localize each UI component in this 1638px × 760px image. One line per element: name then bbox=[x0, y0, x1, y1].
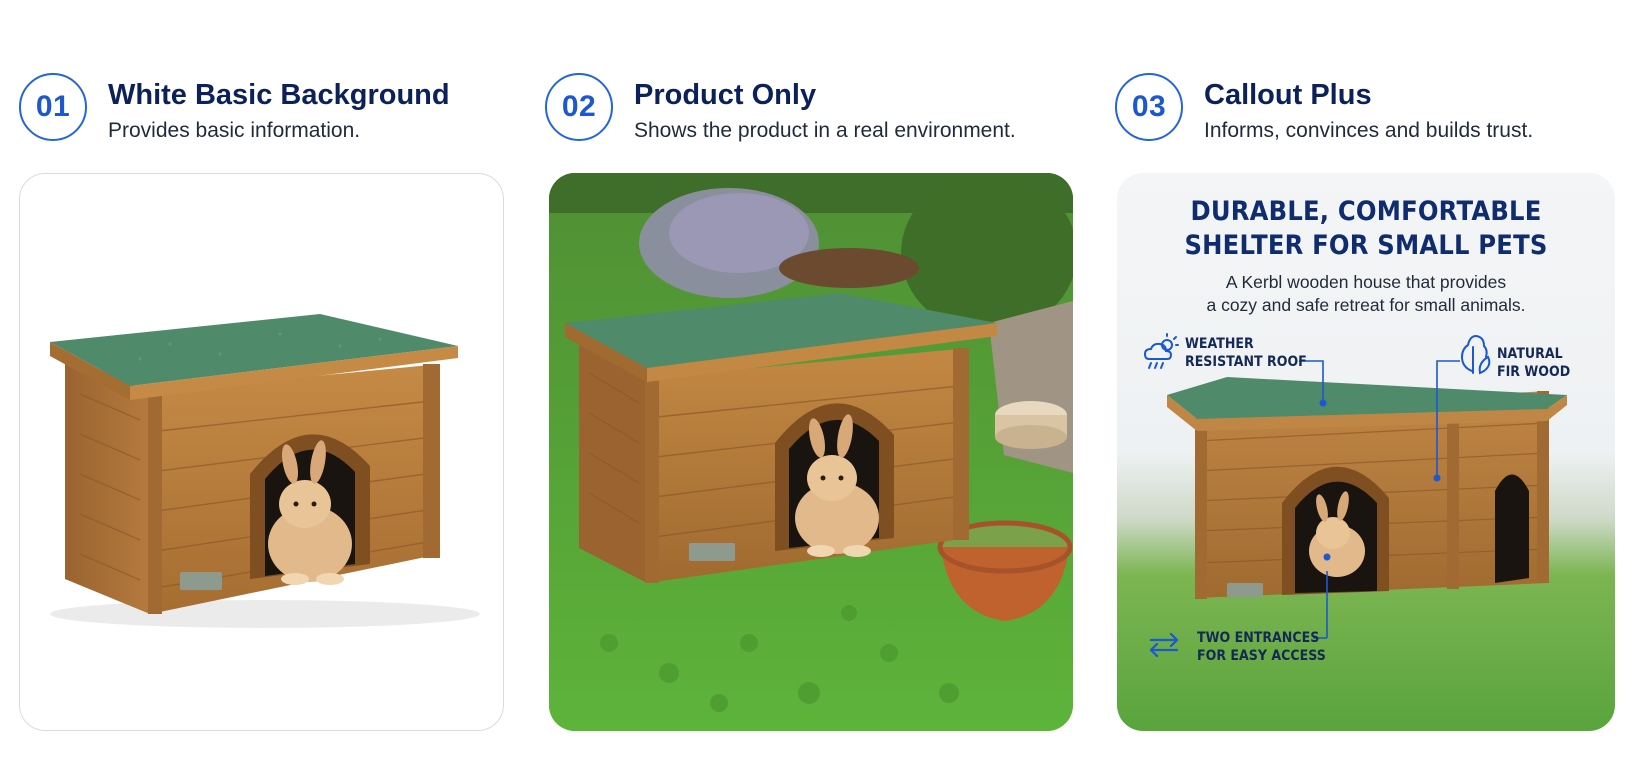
rabbit-house-callout-image bbox=[1167, 360, 1567, 639]
step-number-badge: 02 bbox=[545, 73, 613, 141]
panel-callout-plus: 03 Callout Plus Informs, convinces and b… bbox=[1100, 0, 1638, 760]
product-card-callouts: DURABLE, COMFORTABLE SHELTER FOR SMALL P… bbox=[1117, 173, 1615, 731]
callout-fir-wood: NATURAL FIR WOOD bbox=[1497, 346, 1571, 380]
tree-icon bbox=[1460, 334, 1491, 375]
step-number-badge: 01 bbox=[19, 73, 87, 141]
step-number-badge: 03 bbox=[1115, 73, 1183, 141]
panel-title: White Basic Background bbox=[108, 79, 450, 111]
double-arrow-icon bbox=[1149, 632, 1179, 658]
product-card-environment bbox=[549, 173, 1073, 731]
product-card-white bbox=[19, 173, 504, 731]
panel-title: Callout Plus bbox=[1204, 79, 1372, 111]
panel-title: Product Only bbox=[634, 79, 817, 111]
garden-scene-image bbox=[549, 173, 1073, 731]
panel-white-background: 01 White Basic Background Provides basic… bbox=[0, 0, 520, 760]
callout-weather-roof: WEATHER RESISTANT ROOF bbox=[1185, 336, 1307, 370]
callout-two-entrances: TWO ENTRANCES FOR EASY ACCESS bbox=[1197, 630, 1326, 664]
panel-subtitle: Shows the product in a real environment. bbox=[634, 119, 1016, 142]
panel-subtitle: Informs, convinces and builds trust. bbox=[1204, 119, 1534, 142]
panel-subtitle: Provides basic information. bbox=[108, 119, 361, 142]
rabbit-house-image bbox=[50, 314, 480, 628]
weather-cloud-icon bbox=[1143, 333, 1179, 369]
panel-product-only: 02 Product Only Shows the product in a r… bbox=[540, 0, 1080, 760]
